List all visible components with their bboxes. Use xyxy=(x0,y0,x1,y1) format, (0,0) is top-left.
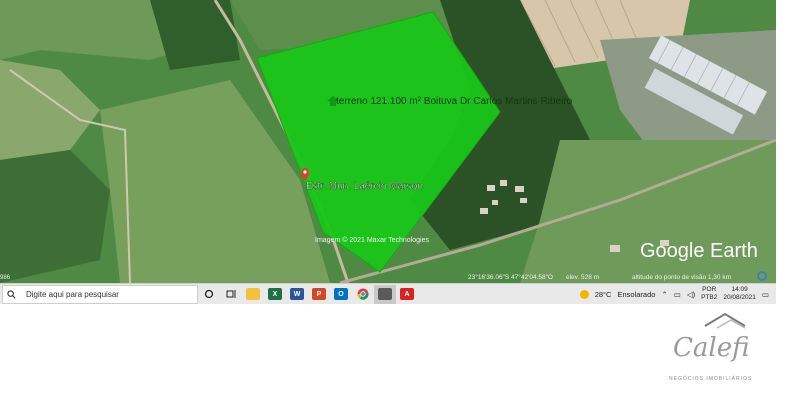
excel-icon[interactable]: X xyxy=(264,285,286,304)
photos-icon[interactable] xyxy=(374,284,396,304)
taskbar-search-box[interactable]: Digite aqui para pesquisar xyxy=(2,284,198,304)
outlook-icon[interactable]: O xyxy=(330,285,352,304)
search-icon xyxy=(7,289,16,298)
logo-wordmark: Calefi xyxy=(673,333,749,363)
status-coords: 23°16'36.06"S 47°42'04.58"O xyxy=(468,273,553,281)
powerpoint-icon[interactable]: P xyxy=(308,285,330,304)
chrome-icon[interactable] xyxy=(352,285,374,304)
google-earth-brand: Google Earth xyxy=(640,240,758,262)
polygon-label-text: terreno 121.100 m² Boituva Dr Carlos Mar… xyxy=(336,96,573,107)
weather-icon[interactable] xyxy=(579,289,589,299)
windows-taskbar: Digite aqui para pesquisar X W P O A 28°… xyxy=(0,283,776,304)
clock[interactable]: 14:09 20/08/2021 xyxy=(723,286,756,302)
keyboard-layout: PTB2 xyxy=(701,294,718,301)
acrobat-icon[interactable]: A xyxy=(396,285,418,304)
file-explorer-icon[interactable] xyxy=(242,285,264,304)
road-label: Estr. Mun. Laércio Marson xyxy=(306,181,423,192)
volume-icon[interactable]: ◁) xyxy=(687,290,695,299)
imagery-credit: Imagem © 2021 Maxar Technologies xyxy=(315,236,429,244)
satellite-map[interactable]: terreno 121.100 m² Boituva Dr Carlos Mar… xyxy=(0,0,776,283)
clock-time: 14:09 xyxy=(731,286,748,293)
edge-label: 986 xyxy=(0,275,11,281)
polygon-label: terreno 121.100 m² Boituva Dr Carlos Mar… xyxy=(327,96,573,107)
task-view-icon[interactable] xyxy=(220,285,242,304)
chevron-up-icon[interactable]: ⌃ xyxy=(661,290,667,299)
system-tray: 28°C Ensolarado ⌃ ▭ ◁) POR PTB2 14:09 20… xyxy=(577,285,776,304)
screenshot-window: terreno 121.100 m² Boituva Dr Carlos Mar… xyxy=(0,0,776,304)
calefi-logo: Calefi NEGÓCIOS IMOBILIÁRIOS xyxy=(669,312,752,382)
network-icon[interactable]: ▭ xyxy=(674,290,681,299)
weather-temp[interactable]: 28°C xyxy=(595,290,612,299)
word-icon[interactable]: W xyxy=(286,285,308,304)
search-placeholder: Digite aqui para pesquisar xyxy=(26,289,119,299)
notifications-icon[interactable]: ▭ xyxy=(762,290,769,299)
status-elev: elev. 528 m xyxy=(566,274,599,281)
logo-tagline: NEGÓCIOS IMOBILIÁRIOS xyxy=(669,375,752,382)
clock-date: 20/08/2021 xyxy=(723,294,756,301)
language-code: POR xyxy=(702,286,717,293)
weather-text[interactable]: Ensolarado xyxy=(617,290,655,299)
status-eye-alt: altitude do ponto de visão 1,30 km xyxy=(632,274,731,281)
language-indicator[interactable]: POR PTB2 xyxy=(701,286,717,302)
cortana-icon[interactable] xyxy=(198,285,220,304)
